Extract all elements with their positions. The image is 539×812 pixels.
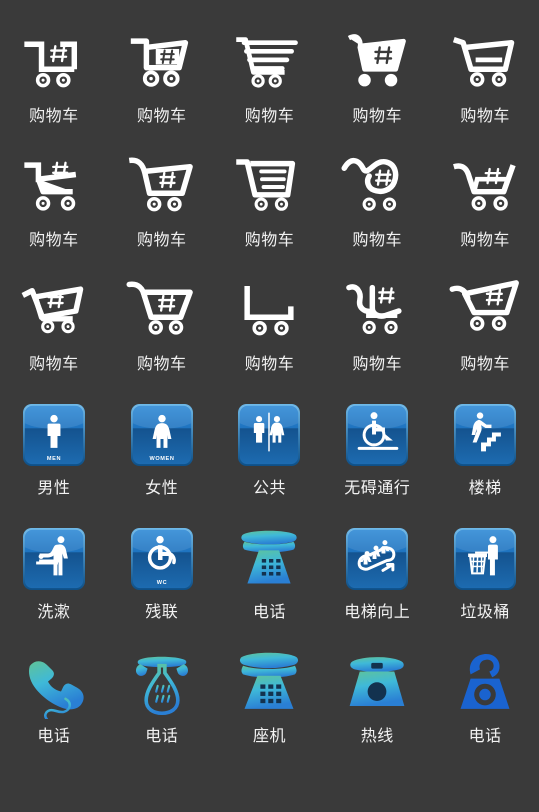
icon-cell-cart-10[interactable]: 购物车 bbox=[431, 146, 539, 270]
shopping-cart-thin-hash-icon bbox=[431, 146, 539, 228]
landline-telephone-gradient-icon bbox=[216, 642, 324, 724]
icon-cell-sign-accessible[interactable]: 无碍通行 bbox=[323, 394, 431, 518]
icon-cell-sign-trash[interactable]: 垃圾桶 bbox=[431, 518, 539, 642]
desk-telephone-gradient-icon bbox=[216, 518, 324, 600]
icon-cell-cart-07[interactable]: 购物车 bbox=[108, 146, 216, 270]
icon-label: 购物车 bbox=[352, 106, 403, 125]
icon-cell-phone-rotary[interactable]: 热线 bbox=[323, 642, 431, 766]
icon-grid: 购物车 购物车 购物车 购物车 购物车 购物车 购物车 购物车 购物车 购物车 … bbox=[0, 0, 539, 812]
icon-label: 男性 bbox=[37, 478, 71, 497]
icon-label: 电话 bbox=[37, 726, 71, 745]
icon-label: 购物车 bbox=[136, 106, 187, 125]
icon-label: 购物车 bbox=[352, 354, 403, 373]
icon-label: 购物车 bbox=[244, 354, 295, 373]
icon-cell-cart-12[interactable]: 购物车 bbox=[108, 270, 216, 394]
icon-cell-cart-15[interactable]: 购物车 bbox=[431, 270, 539, 394]
shopping-cart-lines-box-icon bbox=[216, 146, 324, 228]
wheelchair-wc-icon: WC bbox=[108, 518, 216, 600]
icon-label: 女性 bbox=[145, 478, 179, 497]
shopping-cart-striped-icon bbox=[216, 22, 324, 104]
svg-text:WC: WC bbox=[156, 580, 167, 586]
shopping-cart-wide-hash-icon bbox=[431, 270, 539, 352]
icon-cell-phone-candlestick[interactable]: 电话 bbox=[108, 642, 216, 766]
shopping-cart-trapezoid-hash-icon bbox=[108, 270, 216, 352]
icon-label: 电话 bbox=[468, 726, 502, 745]
icon-label: 购物车 bbox=[29, 354, 79, 373]
icon-cell-sign-men[interactable]: MEN 男性 bbox=[0, 394, 108, 518]
icon-cell-sign-wc[interactable]: WC 残联 bbox=[108, 518, 216, 642]
icon-cell-phone-desk-a[interactable]: 电话 bbox=[216, 518, 324, 642]
icon-label: 购物车 bbox=[136, 230, 187, 249]
shopping-cart-curled-hash-icon bbox=[323, 270, 431, 352]
escalator-up-icon bbox=[323, 518, 431, 600]
icon-label: 购物车 bbox=[29, 230, 79, 249]
icon-label: 购物车 bbox=[460, 354, 510, 373]
restroom-unisex-icon bbox=[216, 394, 324, 476]
icon-cell-sign-stairs[interactable]: 楼梯 bbox=[431, 394, 539, 518]
litter-bin-icon bbox=[431, 518, 539, 600]
vintage-telephone-gradient-icon bbox=[108, 642, 216, 724]
phone-handset-cord-gradient-icon bbox=[0, 642, 108, 724]
shopping-cart-tilted-hash-icon bbox=[0, 270, 108, 352]
icon-cell-cart-06[interactable]: 购物车 bbox=[0, 146, 108, 270]
icon-cell-sign-public[interactable]: 公共 bbox=[216, 394, 324, 518]
shopping-cart-wave-handle-icon bbox=[323, 146, 431, 228]
icon-label: 购物车 bbox=[244, 230, 295, 249]
shopping-cart-angled-hash-icon bbox=[0, 146, 108, 228]
shopping-cart-square-outline-icon bbox=[0, 22, 108, 104]
svg-text:MEN: MEN bbox=[47, 456, 61, 462]
icon-label: 购物车 bbox=[460, 230, 510, 249]
icon-label: 残联 bbox=[145, 602, 179, 621]
icon-label: 购物车 bbox=[460, 106, 510, 125]
icon-cell-cart-09[interactable]: 购物车 bbox=[323, 146, 431, 270]
shopping-cart-minimal-icon bbox=[216, 270, 324, 352]
stairs-icon bbox=[431, 394, 539, 476]
icon-cell-phone-desk-b[interactable]: 座机 bbox=[216, 642, 324, 766]
icon-cell-cart-13[interactable]: 购物车 bbox=[216, 270, 324, 394]
icon-label: 电话 bbox=[145, 726, 179, 745]
icon-label: 洗漱 bbox=[37, 602, 71, 621]
icon-label: 购物车 bbox=[29, 106, 79, 125]
icon-cell-sign-escalator-up[interactable]: 电梯向上 bbox=[323, 518, 431, 642]
icon-label: 购物车 bbox=[244, 106, 295, 125]
restroom-men-icon: MEN bbox=[0, 394, 108, 476]
wheelchair-ramp-icon bbox=[323, 394, 431, 476]
icon-label: 购物车 bbox=[136, 354, 187, 373]
icon-label: 购物车 bbox=[352, 230, 403, 249]
icon-cell-cart-03[interactable]: 购物车 bbox=[216, 22, 324, 146]
icon-label: 座机 bbox=[252, 726, 286, 745]
hotline-telephone-gradient-icon bbox=[323, 642, 431, 724]
shopping-cart-classic-hash-icon bbox=[108, 146, 216, 228]
shopping-cart-open-outline-icon bbox=[431, 22, 539, 104]
shopping-cart-solid-hash-icon bbox=[323, 22, 431, 104]
icon-label: 热线 bbox=[360, 726, 394, 745]
icon-cell-cart-08[interactable]: 购物车 bbox=[216, 146, 324, 270]
icon-label: 电梯向上 bbox=[344, 602, 411, 621]
icon-cell-cart-04[interactable]: 购物车 bbox=[323, 22, 431, 146]
icon-cell-cart-01[interactable]: 购物车 bbox=[0, 22, 108, 146]
icon-cell-cart-02[interactable]: 购物车 bbox=[108, 22, 216, 146]
icon-label: 无碍通行 bbox=[344, 478, 411, 497]
icon-cell-cart-14[interactable]: 购物车 bbox=[323, 270, 431, 394]
icon-label: 垃圾桶 bbox=[460, 602, 510, 621]
icon-label: 电话 bbox=[252, 602, 286, 621]
icon-cell-sign-babychange[interactable]: 洗漱 bbox=[0, 518, 108, 642]
icon-label: 楼梯 bbox=[468, 478, 502, 497]
icon-cell-cart-05[interactable]: 购物车 bbox=[431, 22, 539, 146]
baby-changing-station-icon bbox=[0, 518, 108, 600]
icon-cell-sign-women[interactable]: WOMEN 女性 bbox=[108, 394, 216, 518]
icon-label: 公共 bbox=[252, 478, 286, 497]
restroom-women-icon: WOMEN bbox=[108, 394, 216, 476]
telephone-flat-blue-icon bbox=[431, 642, 539, 724]
icon-cell-phone-handset[interactable]: 电话 bbox=[0, 642, 108, 766]
shopping-cart-hash-basket-icon bbox=[108, 22, 216, 104]
svg-text:WOMEN: WOMEN bbox=[149, 456, 174, 462]
icon-cell-phone-flat-blue[interactable]: 电话 bbox=[431, 642, 539, 766]
icon-cell-cart-11[interactable]: 购物车 bbox=[0, 270, 108, 394]
